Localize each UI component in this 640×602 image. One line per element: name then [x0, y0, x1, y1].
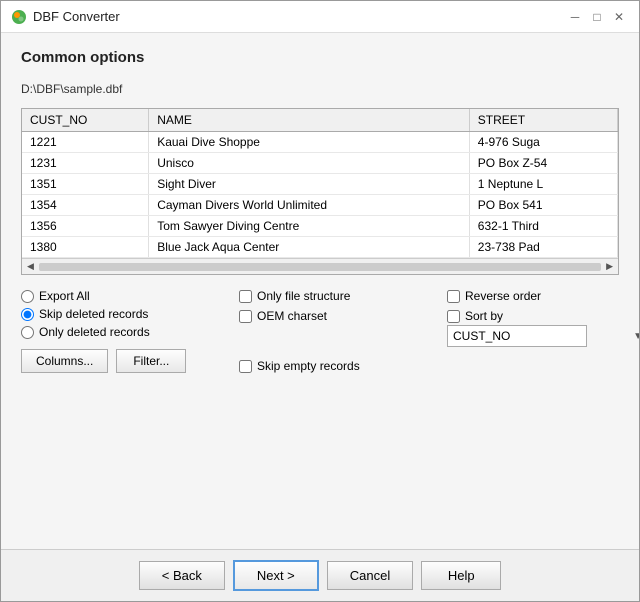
- export-options-col: Export All Skip deleted records Only del…: [21, 289, 231, 373]
- horizontal-scrollbar[interactable]: ◀ ▶: [22, 258, 618, 274]
- table-cell-name: Tom Sawyer Diving Centre: [149, 216, 470, 237]
- file-path: D:\DBF\sample.dbf: [21, 82, 619, 96]
- table-cell-name: Kauai Dive Shoppe: [149, 132, 470, 153]
- oem-charset-option[interactable]: OEM charset: [239, 309, 439, 323]
- footer: < Back Next > Cancel Help: [1, 549, 639, 601]
- chevron-down-icon: ▼: [633, 331, 639, 342]
- export-all-radio[interactable]: [21, 290, 34, 303]
- next-button[interactable]: Next >: [233, 560, 319, 591]
- table-cell-street: 4-976 Suga: [469, 132, 617, 153]
- maximize-button[interactable]: □: [587, 7, 607, 27]
- title-bar-controls: ─ □ ✕: [565, 7, 629, 27]
- only-file-structure-checkbox[interactable]: [239, 290, 252, 303]
- filter-button[interactable]: Filter...: [116, 349, 186, 373]
- col-header-street: STREET: [469, 109, 617, 132]
- cancel-button[interactable]: Cancel: [327, 561, 413, 590]
- table-cell-name: Sight Diver: [149, 174, 470, 195]
- reverse-order-option[interactable]: Reverse order: [447, 289, 639, 303]
- table-cell-street: PO Box 541: [469, 195, 617, 216]
- table-cell-name: Unisco: [149, 153, 470, 174]
- only-deleted-label: Only deleted records: [39, 325, 150, 339]
- table-cell-street: 1 Neptune L: [469, 174, 617, 195]
- only-file-structure-label: Only file structure: [257, 289, 350, 303]
- skip-deleted-option[interactable]: Skip deleted records: [21, 307, 231, 321]
- scroll-left-arrow[interactable]: ◀: [24, 261, 37, 272]
- page-title: Common options: [21, 49, 619, 66]
- skip-deleted-label: Skip deleted records: [39, 307, 148, 321]
- oem-charset-label: OEM charset: [257, 309, 327, 323]
- help-button[interactable]: Help: [421, 561, 501, 590]
- table-cell-cust_no: 1354: [22, 195, 149, 216]
- data-table-container: CUST_NO NAME STREET 1221Kauai Dive Shopp…: [21, 108, 619, 275]
- scroll-thumb[interactable]: [39, 263, 601, 271]
- main-window: DBF Converter ─ □ ✕ Common options D:\DB…: [0, 0, 640, 602]
- title-bar: DBF Converter ─ □ ✕: [1, 1, 639, 33]
- col-header-cust-no: CUST_NO: [22, 109, 149, 132]
- export-all-option[interactable]: Export All: [21, 289, 231, 303]
- table-row[interactable]: 1380Blue Jack Aqua Center23-738 Pad: [22, 237, 618, 258]
- content-area: Common options D:\DBF\sample.dbf CUST_NO…: [1, 33, 639, 549]
- table-cell-cust_no: 1221: [22, 132, 149, 153]
- options-area: Export All Skip deleted records Only del…: [21, 289, 619, 373]
- sort-by-checkbox[interactable]: [447, 310, 460, 323]
- table-row[interactable]: 1221Kauai Dive Shoppe4-976 Suga: [22, 132, 618, 153]
- table-row[interactable]: 1231UniscoPO Box Z-54: [22, 153, 618, 174]
- only-deleted-radio[interactable]: [21, 326, 34, 339]
- sort-by-group: Sort by CUST_NO ▼: [447, 309, 639, 347]
- table-cell-name: Blue Jack Aqua Center: [149, 237, 470, 258]
- skip-deleted-radio[interactable]: [21, 308, 34, 321]
- reverse-order-label: Reverse order: [465, 289, 541, 303]
- table-cell-cust_no: 1380: [22, 237, 149, 258]
- reverse-order-checkbox[interactable]: [447, 290, 460, 303]
- skip-empty-option[interactable]: Skip empty records: [239, 359, 439, 373]
- table-row[interactable]: 1351Sight Diver1 Neptune L: [22, 174, 618, 195]
- table-row[interactable]: 1354Cayman Divers World UnlimitedPO Box …: [22, 195, 618, 216]
- minimize-button[interactable]: ─: [565, 7, 585, 27]
- sort-by-option[interactable]: Sort by: [447, 309, 639, 323]
- table-scroll-wrapper[interactable]: CUST_NO NAME STREET 1221Kauai Dive Shopp…: [22, 109, 618, 258]
- sort-by-label: Sort by: [465, 309, 503, 323]
- columns-button[interactable]: Columns...: [21, 349, 108, 373]
- skip-empty-label: Skip empty records: [257, 359, 360, 373]
- only-file-structure-option[interactable]: Only file structure: [239, 289, 439, 303]
- table-cell-street: PO Box Z-54: [469, 153, 617, 174]
- table-row[interactable]: 1356Tom Sawyer Diving Centre632-1 Third: [22, 216, 618, 237]
- data-table: CUST_NO NAME STREET 1221Kauai Dive Shopp…: [22, 109, 618, 258]
- title-bar-left: DBF Converter: [11, 9, 120, 25]
- table-cell-street: 632-1 Third: [469, 216, 617, 237]
- export-radio-group: Export All Skip deleted records Only del…: [21, 289, 231, 339]
- file-options-col: Only file structure OEM charset Skip emp…: [239, 289, 439, 373]
- table-cell-cust_no: 1356: [22, 216, 149, 237]
- sort-by-select[interactable]: CUST_NO: [447, 325, 587, 347]
- table-cell-street: 23-738 Pad: [469, 237, 617, 258]
- close-button[interactable]: ✕: [609, 7, 629, 27]
- back-button[interactable]: < Back: [139, 561, 225, 590]
- table-cell-cust_no: 1231: [22, 153, 149, 174]
- sort-select-container: CUST_NO ▼: [447, 325, 639, 347]
- app-icon: [11, 9, 27, 25]
- only-deleted-option[interactable]: Only deleted records: [21, 325, 231, 339]
- sort-options-col: Reverse order Sort by CUST_NO ▼: [447, 289, 639, 373]
- scroll-right-arrow[interactable]: ▶: [603, 261, 616, 272]
- export-all-label: Export All: [39, 289, 90, 303]
- table-cell-name: Cayman Divers World Unlimited: [149, 195, 470, 216]
- action-buttons: Columns... Filter...: [21, 349, 231, 373]
- skip-empty-checkbox[interactable]: [239, 360, 252, 373]
- col-header-name: NAME: [149, 109, 470, 132]
- window-title: DBF Converter: [33, 9, 120, 24]
- oem-charset-checkbox[interactable]: [239, 310, 252, 323]
- table-cell-cust_no: 1351: [22, 174, 149, 195]
